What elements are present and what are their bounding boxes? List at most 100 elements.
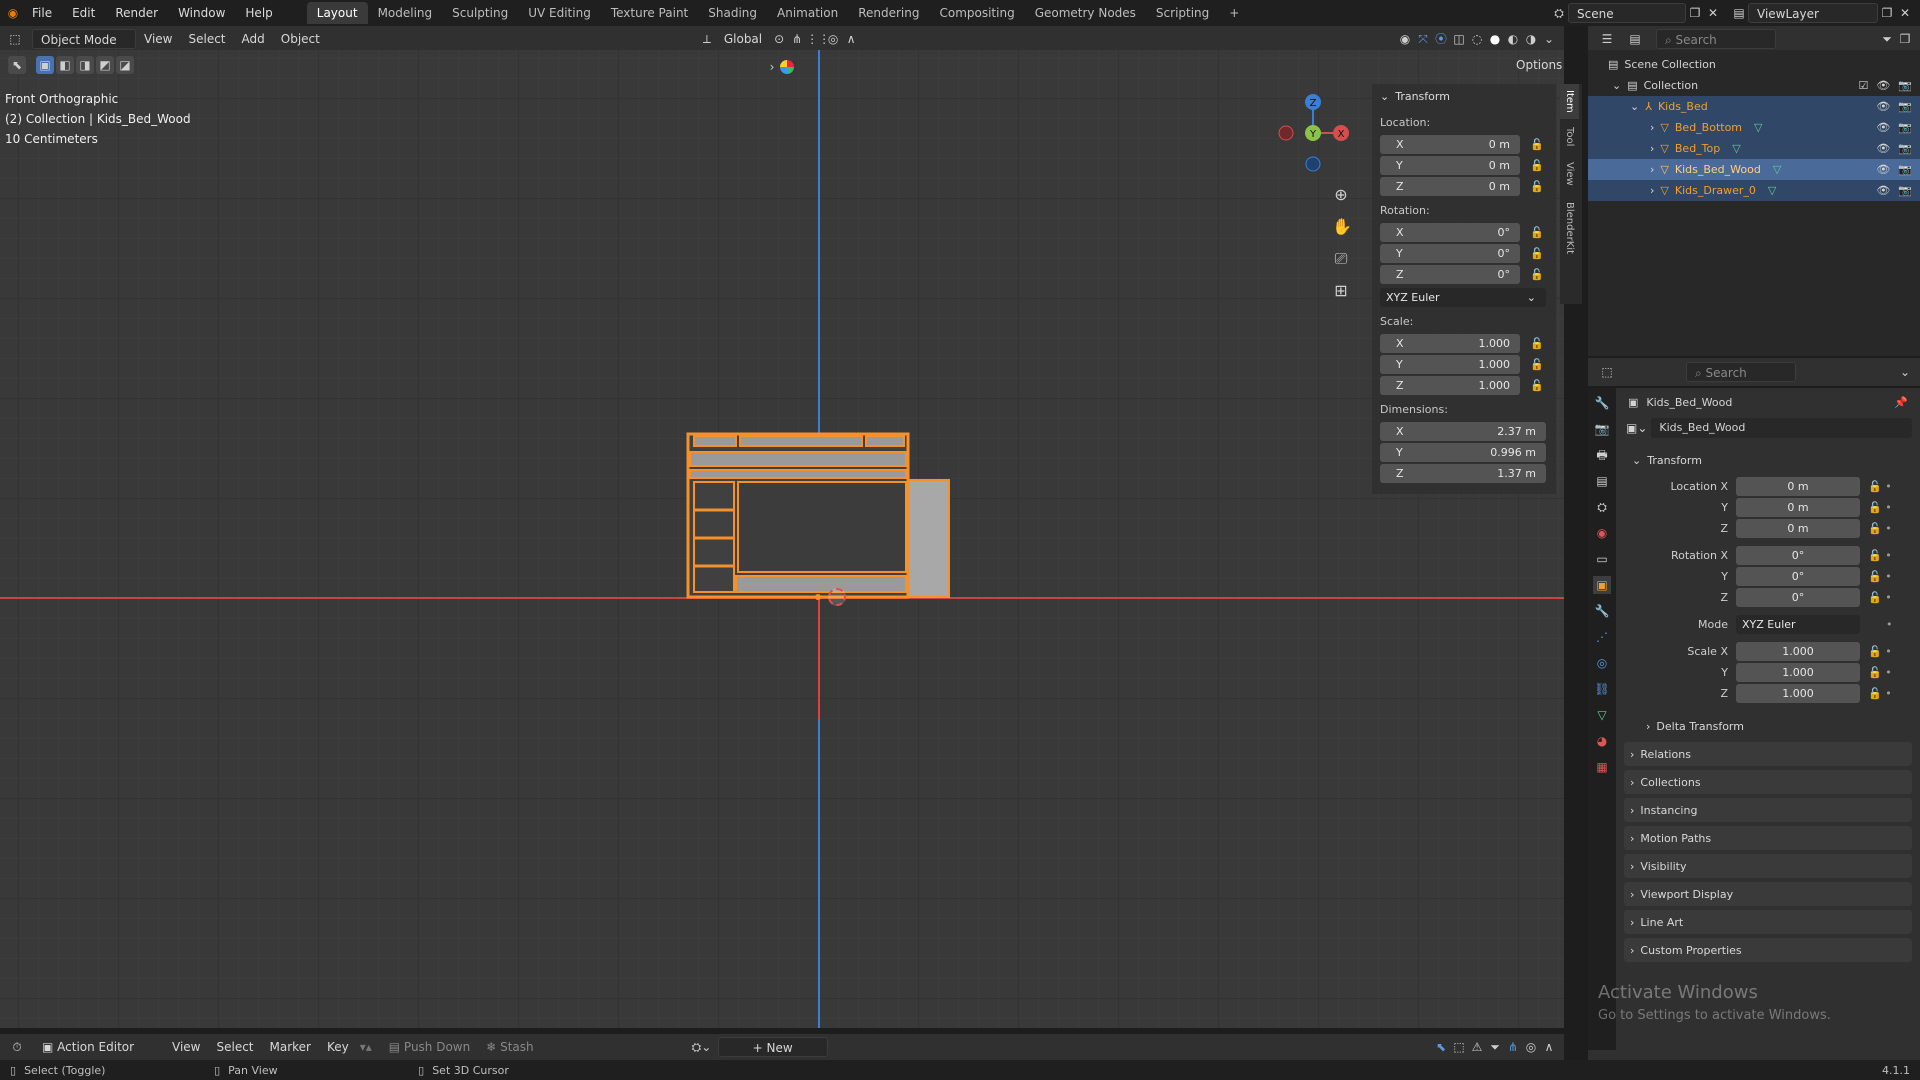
menu-view[interactable]: View	[164, 1037, 208, 1057]
location-z-field[interactable]: Z 0 m	[1380, 177, 1520, 196]
rotation-y-field[interactable]: 0°	[1736, 567, 1860, 586]
push-down-button[interactable]: ▤ Push Down	[381, 1037, 478, 1057]
select-new-icon[interactable]: ▣	[36, 56, 54, 74]
scale-y-field[interactable]: Y 1.000	[1380, 355, 1520, 374]
data-tab-icon[interactable]: ▽	[1593, 706, 1611, 724]
menu-key[interactable]: Key	[319, 1037, 357, 1057]
visibility-icon[interactable]: ◉	[1396, 30, 1414, 48]
lock-icon[interactable]: 🔓	[1530, 379, 1544, 392]
camera-icon[interactable]: 📷	[1898, 163, 1912, 176]
transform-section-header[interactable]: ⌄ Transform	[1624, 448, 1912, 472]
action-browse-icon[interactable]: ⛭⌄	[692, 1038, 712, 1056]
tab-scripting[interactable]: Scripting	[1146, 2, 1219, 24]
eye-icon[interactable]: 👁	[1876, 100, 1890, 113]
lock-icon[interactable]: 🔓 •	[1868, 645, 1892, 658]
proportional-edit-icon[interactable]: ◎	[1522, 1038, 1540, 1056]
tab-view[interactable]: View	[1560, 154, 1579, 194]
lock-icon[interactable]: 🔓 •	[1868, 687, 1892, 700]
chevron-right-icon[interactable]: ›	[1650, 121, 1654, 134]
only-selected-icon[interactable]: ⬉	[1432, 1038, 1450, 1056]
stash-button[interactable]: ❄ Stash	[478, 1037, 541, 1057]
scene-icon[interactable]: ⛭	[1550, 4, 1568, 22]
properties-editor-icon[interactable]: ⬚	[1598, 363, 1616, 381]
constraints-tab-icon[interactable]: ⛓	[1593, 680, 1611, 698]
view-layer-selector[interactable]: ViewLayer	[1748, 3, 1878, 23]
gizmo-toggle-icon[interactable]: ⤧	[1414, 30, 1432, 48]
tab-shading[interactable]: Shading	[698, 2, 767, 24]
properties-search-input[interactable]: ⌕ Search	[1686, 362, 1796, 382]
visibility-section[interactable]: › Visibility	[1624, 854, 1912, 878]
snap-icon[interactable]: ⋔	[788, 30, 806, 48]
menu-select[interactable]: Select	[208, 1037, 261, 1057]
outliner-row-kids-bed[interactable]: ⌄ ⅄ Kids_Bed 👁 📷	[1588, 96, 1920, 117]
dimension-z-field[interactable]: Z 1.37 m	[1380, 464, 1546, 483]
lock-icon[interactable]: 🔓	[1530, 138, 1544, 151]
falloff-icon[interactable]: ∧	[842, 30, 860, 48]
viewport-display-section[interactable]: › Viewport Display	[1624, 882, 1912, 906]
material-shading-icon[interactable]: ◐	[1504, 30, 1522, 48]
instancing-section[interactable]: › Instancing	[1624, 798, 1912, 822]
chevron-down-icon[interactable]: ⌄	[1630, 100, 1639, 113]
new-scene-icon[interactable]: ❐	[1686, 4, 1704, 22]
custom-properties-section[interactable]: › Custom Properties	[1624, 938, 1912, 962]
overlay-toggle-icon[interactable]: ⦿	[1432, 30, 1450, 48]
scale-y-field[interactable]: 1.000	[1736, 663, 1860, 682]
lock-icon[interactable]: 🔓 •	[1868, 591, 1892, 604]
chevron-right-icon[interactable]: ›	[1650, 142, 1654, 155]
rotation-z-field[interactable]: Z 0°	[1380, 265, 1520, 284]
collections-section[interactable]: › Collections	[1624, 770, 1912, 794]
view-layer-icon[interactable]: ▤	[1730, 4, 1748, 22]
select-invert-icon[interactable]: ◩	[96, 56, 114, 74]
tab-uv-editing[interactable]: UV Editing	[518, 2, 601, 24]
delete-scene-icon[interactable]: ✕	[1704, 4, 1722, 22]
editor-type-icon[interactable]: ⬚	[6, 30, 24, 48]
chevron-right-icon[interactable]: ›	[1650, 184, 1654, 197]
3d-cursor[interactable]	[828, 588, 846, 606]
menu-object[interactable]: Object	[273, 29, 328, 49]
ortho-toggle-icon[interactable]: ⊞	[1332, 282, 1350, 300]
location-x-field[interactable]: X 0 m	[1380, 135, 1520, 154]
eye-icon[interactable]: 👁	[1876, 121, 1890, 134]
location-z-field[interactable]: 0 m	[1736, 519, 1860, 538]
3d-viewport[interactable]: ⬉ ▣ ◧ ◨ ◩ ◪ › Options Front Orthographic…	[0, 50, 1564, 1028]
lock-icon[interactable]: 🔓 •	[1868, 549, 1892, 562]
shading-options-icon[interactable]: ⌄	[1540, 30, 1558, 48]
menu-marker[interactable]: Marker	[262, 1037, 319, 1057]
rotation-z-field[interactable]: 0°	[1736, 588, 1860, 607]
tab-compositing[interactable]: Compositing	[929, 2, 1024, 24]
select-tool-icon[interactable]: ⬉	[8, 56, 26, 74]
blender-logo-icon[interactable]: ◉	[4, 4, 22, 22]
scale-z-field[interactable]: Z 1.000	[1380, 376, 1520, 395]
object-name-field[interactable]: Kids_Bed_Wood	[1651, 418, 1912, 438]
lock-icon[interactable]: 🔓	[1530, 180, 1544, 193]
keyframe-dot-icon[interactable]: •	[1886, 618, 1893, 631]
render-tab-icon[interactable]: 📷	[1593, 420, 1611, 438]
outliner-row-collection[interactable]: ⌄ ▤ Collection ☑ 👁 📷	[1588, 75, 1920, 96]
select-extend-icon[interactable]: ◧	[56, 56, 74, 74]
pivot-icon[interactable]: ⊙	[770, 30, 788, 48]
object-type-icon[interactable]: ▣⌄	[1626, 421, 1647, 435]
delta-transform-header[interactable]: › Delta Transform	[1624, 714, 1912, 738]
rotation-x-field[interactable]: 0°	[1736, 546, 1860, 565]
rendered-shading-icon[interactable]: ◑	[1522, 30, 1540, 48]
menu-help[interactable]: Help	[235, 0, 282, 26]
filter-icon[interactable]: ⏷	[1486, 1038, 1504, 1056]
pan-hand-icon[interactable]: ✋	[1332, 218, 1352, 236]
transform-panel-header[interactable]: ⌄ Transform	[1372, 84, 1556, 108]
scene-tab-icon[interactable]: ⛭	[1593, 498, 1611, 516]
lock-icon[interactable]: 🔓 •	[1868, 480, 1892, 493]
world-tab-icon[interactable]: ◉	[1593, 524, 1611, 542]
camera-icon[interactable]: 📷	[1898, 79, 1912, 92]
particles-tab-icon[interactable]: ⋰	[1593, 628, 1611, 646]
eye-icon[interactable]: 👁	[1876, 163, 1890, 176]
select-intersect-icon[interactable]: ◪	[116, 56, 134, 74]
lock-icon[interactable]: 🔓	[1530, 226, 1544, 239]
collection-tab-icon[interactable]: ▭	[1593, 550, 1611, 568]
menu-select[interactable]: Select	[180, 29, 233, 49]
tab-layout[interactable]: Layout	[306, 2, 368, 24]
object-tab-icon[interactable]: ▣	[1593, 576, 1611, 594]
material-tab-icon[interactable]: ◕	[1593, 732, 1611, 750]
outliner-row-kids-bed-wood[interactable]: › ▽ Kids_Bed_Wood ▽ 👁 📷	[1588, 159, 1920, 180]
line-art-section[interactable]: › Line Art	[1624, 910, 1912, 934]
dimension-x-field[interactable]: X 2.37 m	[1380, 422, 1546, 441]
